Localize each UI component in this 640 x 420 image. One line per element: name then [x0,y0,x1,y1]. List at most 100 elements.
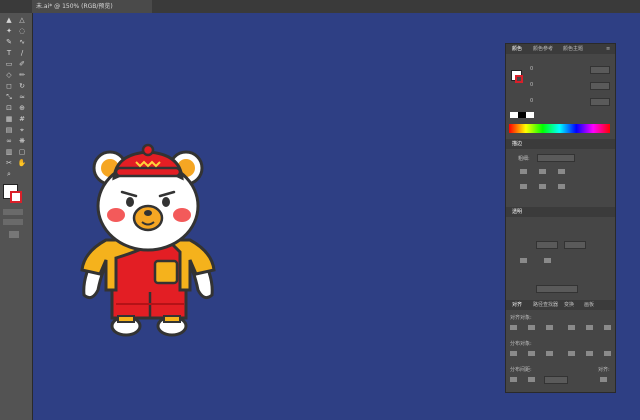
document-tab[interactable]: 未.ai* @ 150% (RGB/预览) [32,0,152,13]
align-hcenter-icon[interactable] [528,325,535,330]
align-top-icon[interactable] [568,325,575,330]
mesh-tool[interactable]: # [17,115,27,123]
direct-selection-tool[interactable]: △ [17,16,27,24]
opacity-input[interactable] [564,241,586,249]
artboard-tool[interactable]: ▢ [17,148,27,156]
column-graph-tool[interactable]: ▥ [4,148,14,156]
color-mode-buttons[interactable] [3,209,23,215]
stroke-panel-header: 描边 [506,139,615,149]
channel-input-1[interactable] [590,66,610,74]
width-tool[interactable]: ≈ [17,93,27,101]
overall-pocket [153,259,179,285]
eyedropper-tool[interactable]: ⌖ [17,126,27,134]
gradient-tool[interactable]: ▤ [4,126,14,134]
none-black-white-swatches[interactable] [510,112,534,118]
distribute-vcenter-icon[interactable] [528,351,535,356]
right-cheek [173,208,191,222]
align-bottom-icon[interactable] [604,325,611,330]
profile-icon[interactable] [558,184,565,189]
color-spectrum[interactable] [509,124,610,133]
rectangle-tool[interactable]: ▭ [4,60,14,68]
pen-tool[interactable]: ✎ [4,38,14,46]
hand-tool[interactable]: ✋ [17,159,27,167]
mask-thumbnail-icon [520,258,527,263]
tab-pathfinder[interactable]: 路径查找器 [533,300,558,310]
selection-tool[interactable]: ▲ [4,16,14,24]
left-eye [126,197,134,207]
stroke-swatch[interactable] [10,191,22,203]
curvature-tool[interactable]: ∿ [17,38,27,46]
right-eye [162,197,170,207]
tab-stroke[interactable]: 描边 [512,139,522,149]
align-vcenter-icon[interactable] [586,325,593,330]
shape-builder-tool[interactable]: ⊕ [17,104,27,112]
blend-mode-select[interactable] [536,241,558,249]
channel-input-2[interactable] [590,82,610,90]
document-tab-bar: 未.ai* @ 150% (RGB/预览) [0,0,640,13]
muzzle [132,204,164,232]
rotate-tool[interactable]: ↻ [17,82,27,90]
align-stroke-icon[interactable] [558,169,565,174]
zoom-tool[interactable]: ⌕ [4,170,14,178]
color-panel-tabs: 颜色 颜色参考 颜色主题 ≡ [506,44,615,54]
distribute-spacing-h-icon[interactable] [528,377,535,382]
channel-value-1: 0 [530,66,534,72]
nose [144,210,152,216]
channel-value-3: 0 [530,98,534,104]
lasso-tool[interactable]: ◌ [17,27,27,35]
distribute-objects-label: 分布对象: [510,341,532,347]
distribute-spacing-label: 分布间距: [510,367,532,373]
align-to-selection-icon[interactable] [600,377,607,382]
stroke-weight-input[interactable] [537,154,575,162]
tab-color[interactable]: 颜色 [512,44,522,54]
paintbrush-tool[interactable]: ✐ [17,60,27,68]
stroke-weight-label: 粗细: [518,156,530,162]
perspective-grid-tool[interactable]: ▦ [4,115,14,123]
distribute-hcenter-icon[interactable] [586,351,593,356]
left-cheek [107,208,125,222]
cap-icon[interactable] [520,169,527,174]
arrowhead-icon[interactable] [539,184,546,189]
line-tool[interactable]: / [17,49,27,57]
tools-panel: ▲ △ ✦ ◌ ✎ ∿ T / ▭ ✐ ◇ ✏ ◻ ↻ ⤡ ≈ ⊡ ⊕ ▦ # ▤ ⌖ ∞ ❋ ▥ ▢ ✂ ✋ ⌕ [0,13,33,420]
shaper-tool[interactable]: ◇ [4,71,14,79]
blend-tool[interactable]: ∞ [4,137,14,145]
align-objects-label: 对齐对象: [510,315,532,321]
type-tool[interactable]: T [4,49,14,57]
dash-icon[interactable] [520,184,527,189]
screen-mode-icon[interactable] [9,231,19,238]
align-right-icon[interactable] [546,325,553,330]
pencil-tool[interactable]: ✏ [17,71,27,79]
tab-color-guide[interactable]: 颜色参考 [533,44,553,54]
tab-artboards[interactable]: 画板 [584,300,594,310]
distribute-bottom-icon[interactable] [546,351,553,356]
symbol-sprayer-tool[interactable]: ❋ [17,137,27,145]
properties-panel-stack: 颜色 颜色参考 颜色主题 ≡ 0 0 0 描边 粗细: 透明 对齐 路径查找器 … [505,43,616,393]
distribute-left-icon[interactable] [568,351,575,356]
opacity-mask-icon [544,258,551,263]
free-transform-tool[interactable]: ⊡ [4,104,14,112]
tab-align[interactable]: 对齐 [512,300,522,310]
corner-icon[interactable] [539,169,546,174]
scale-tool[interactable]: ⤡ [4,93,14,101]
align-panel-header: 对齐 路径查找器 变换 画板 [506,300,615,310]
tab-transform[interactable]: 变换 [564,300,574,310]
align-to-label: 对齐: [598,367,610,373]
eraser-tool[interactable]: ◻ [4,82,14,90]
bear-artwork[interactable] [76,140,221,340]
tab-color-themes[interactable]: 颜色主题 [563,44,583,54]
channel-value-2: 0 [530,82,534,88]
distribute-top-icon[interactable] [510,351,517,356]
slice-tool[interactable]: ✂ [4,159,14,167]
channel-input-3[interactable] [590,98,610,106]
panel-menu-icon[interactable]: ≡ [606,44,610,54]
distribute-right-icon[interactable] [604,351,611,356]
spacing-input[interactable] [544,376,568,384]
tab-transparency[interactable]: 透明 [512,207,522,217]
distribute-spacing-v-icon[interactable] [510,377,517,382]
align-left-icon[interactable] [510,325,517,330]
make-mask-button[interactable] [536,285,578,293]
magic-wand-tool[interactable]: ✦ [4,27,14,35]
draw-mode-buttons[interactable] [3,219,23,225]
transparency-panel-header: 透明 [506,207,615,217]
